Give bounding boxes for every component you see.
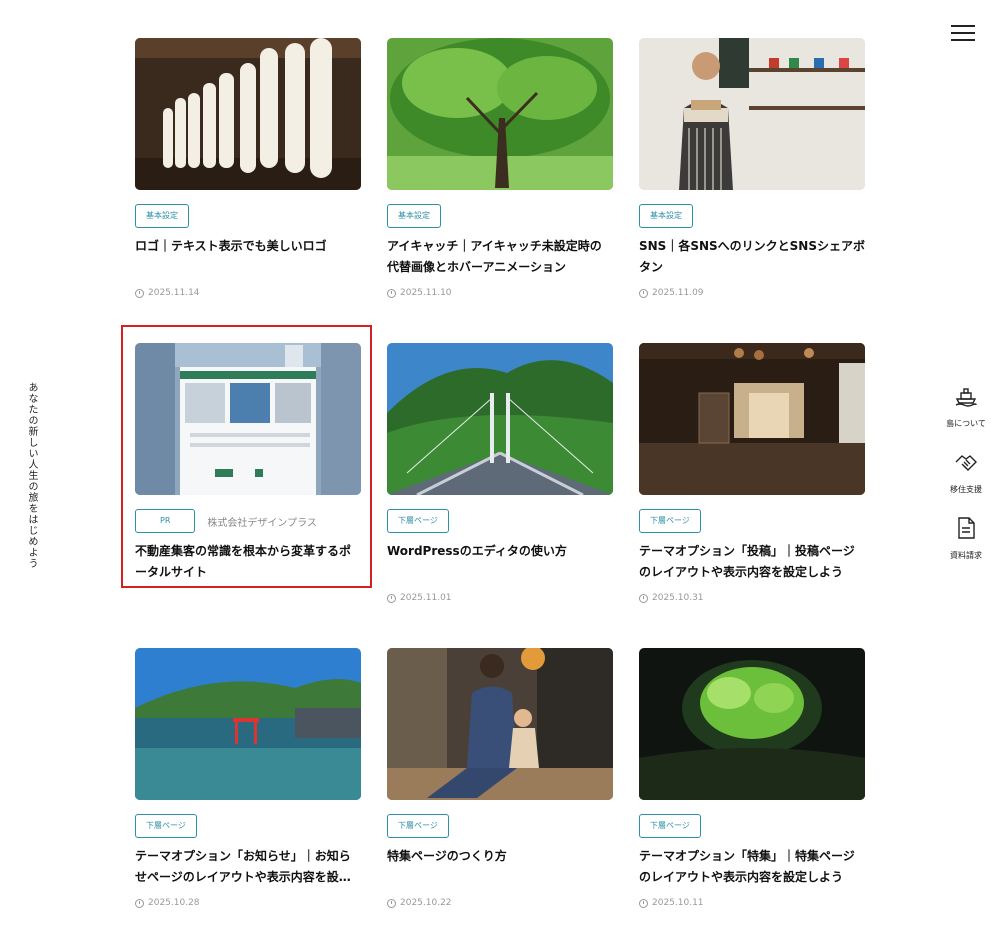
clock-icon [639,593,648,603]
card-title[interactable]: ロゴ｜テキスト表示でも美しいロゴ [135,236,361,278]
sponsor-name: 株式会社デザインプラス [207,517,317,529]
card-thumbnail[interactable] [387,343,613,495]
card-meta: 基本設定 [639,204,865,228]
date-text: 2025.10.22 [400,898,452,908]
article-card[interactable]: 下層ページ テーマオプション「特集」｜特集ページのレイアウトや表示内容を設定しよ… [639,648,865,908]
category-badge[interactable]: 下層ページ [639,814,701,838]
card-thumbnail[interactable] [639,343,865,495]
card-thumbnail[interactable] [135,343,361,495]
clock-icon [639,288,648,298]
category-badge[interactable]: 下層ページ [135,814,197,838]
article-card[interactable]: 下層ページ 特集ページのつくり方 2025.10.22 [387,648,613,908]
category-badge[interactable]: 基本設定 [135,204,189,228]
clock-icon [387,898,396,908]
card-date: 2025.11.01 [387,593,613,603]
card-date: 2025.11.09 [639,288,865,298]
category-badge[interactable]: 基本設定 [387,204,441,228]
article-card[interactable]: 基本設定 ロゴ｜テキスト表示でも美しいロゴ 2025.11.14 [135,38,361,298]
card-date: 2025.10.31 [639,593,865,603]
sidenav-item-relocation-support[interactable]: 移住支援 [938,450,994,496]
card-thumbnail[interactable] [135,648,361,800]
hamburger-line [951,32,975,34]
card-thumbnail[interactable] [639,38,865,190]
card-date: 2025.11.14 [135,288,361,298]
card-meta: 下層ページ [387,814,613,838]
sidenav-item-label: 島について [946,419,986,428]
pr-badge[interactable]: PR [135,509,196,533]
clock-icon [135,898,144,908]
date-text: 2025.10.28 [148,898,200,908]
card-meta: 基本設定 [135,204,361,228]
card-thumbnail[interactable] [135,38,361,190]
card-date: 2025.10.22 [387,898,613,908]
card-thumbnail[interactable] [639,648,865,800]
date-text: 2025.11.09 [652,288,704,298]
card-thumbnail[interactable] [387,648,613,800]
card-meta: 下層ページ [639,509,865,533]
hamburger-icon [951,25,975,27]
card-meta: 下層ページ [387,509,613,533]
card-meta: 下層ページ [135,814,361,838]
article-card[interactable]: 下層ページ テーマオプション「お知らせ」｜お知らせページのレイアウトや表示内容を… [135,648,361,908]
date-text: 2025.11.10 [400,288,452,298]
article-card[interactable]: 基本設定 SNS｜各SNSへのリンクとSNSシェアボタン 2025.11.09 [639,38,865,298]
clock-icon [639,898,648,908]
document-icon [958,517,975,539]
date-text: 2025.10.11 [652,898,704,908]
pr-article-card[interactable]: PR 株式会社デザインプラス 不動産集客の常識を根本から変革するポータルサイト [135,343,361,583]
card-title[interactable]: テーマオプション「特集」｜特集ページのレイアウトや表示内容を設定しよう [639,846,865,888]
card-title[interactable]: SNS｜各SNSへのリンクとSNSシェアボタン [639,236,865,278]
card-thumbnail[interactable] [387,38,613,190]
card-date: 2025.11.10 [387,288,613,298]
side-navigation: 島について 移住支援 資料請求 [938,384,994,582]
hamburger-menu-button[interactable] [951,24,975,42]
sidenav-item-request-materials[interactable]: 資料請求 [938,516,994,562]
category-badge[interactable]: 下層ページ [387,509,449,533]
vertical-tagline: あなたの新しい人生の旅をはじめよう [26,382,37,569]
card-meta: 基本設定 [387,204,613,228]
clock-icon [387,288,396,298]
article-card[interactable]: 下層ページ テーマオプション「投稿」｜投稿ページのレイアウトや表示内容を設定しよ… [639,343,865,603]
article-card[interactable]: 基本設定 アイキャッチ｜アイキャッチ未設定時の代替画像とホバーアニメーション 2… [387,38,613,298]
category-badge[interactable]: 下層ページ [387,814,449,838]
card-title[interactable]: WordPressのエディタの使い方 [387,541,613,583]
sidenav-item-label: 移住支援 [950,485,982,494]
clock-icon [135,288,144,298]
card-title[interactable]: 不動産集客の常識を根本から変革するポータルサイト [135,541,361,583]
card-title[interactable]: テーマオプション「お知らせ」｜お知らせページのレイアウトや表示内容を設… [135,846,361,888]
date-text: 2025.11.01 [400,593,452,603]
category-badge[interactable]: 基本設定 [639,204,693,228]
card-title[interactable]: 特集ページのつくり方 [387,846,613,888]
date-text: 2025.11.14 [148,288,200,298]
card-date: 2025.10.28 [135,898,361,908]
handshake-icon [955,455,977,471]
card-date: 2025.10.11 [639,898,865,908]
card-meta: PR 株式会社デザインプラス [135,509,361,533]
category-badge[interactable]: 下層ページ [639,509,701,533]
sidenav-item-label: 資料請求 [950,551,982,560]
ship-icon [955,388,977,407]
article-card[interactable]: 下層ページ WordPressのエディタの使い方 2025.11.01 [387,343,613,603]
card-meta: 下層ページ [639,814,865,838]
clock-icon [387,593,396,603]
card-title[interactable]: テーマオプション「投稿」｜投稿ページのレイアウトや表示内容を設定しよう [639,541,865,583]
hamburger-line [951,39,975,41]
date-text: 2025.10.31 [652,593,704,603]
card-title[interactable]: アイキャッチ｜アイキャッチ未設定時の代替画像とホバーアニメーション [387,236,613,278]
sidenav-item-about-island[interactable]: 島について [938,384,994,430]
